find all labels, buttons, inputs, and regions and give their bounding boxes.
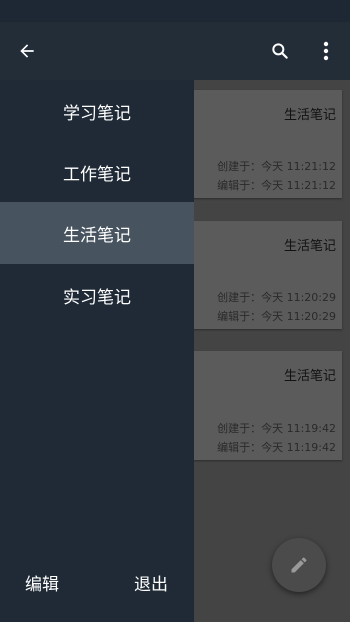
more-options-button[interactable] xyxy=(310,22,342,80)
note-category: 生活笔记 xyxy=(283,108,336,123)
drawer-item-internship[interactable]: 实习笔记 xyxy=(0,264,194,326)
back-button[interactable] xyxy=(8,22,46,80)
search-button[interactable] xyxy=(262,22,298,80)
note-edited: 编辑于：今天 11:20:29 xyxy=(217,310,336,323)
toolbar xyxy=(0,22,350,80)
note-category: 生活笔记 xyxy=(283,239,336,254)
note-category: 生活笔记 xyxy=(283,369,336,384)
note-created: 创建于：今天 11:20:29 xyxy=(217,291,336,304)
pencil-icon xyxy=(291,557,307,573)
note-created: 创建于：今天 11:21:12 xyxy=(217,160,336,173)
more-vert-icon xyxy=(323,41,329,61)
note-edited: 编辑于：今天 11:19:42 xyxy=(217,441,336,454)
status-bar xyxy=(0,0,350,22)
exit-button[interactable]: 退出 xyxy=(134,570,168,595)
search-icon xyxy=(272,43,288,59)
navigation-drawer: 学习笔记 工作笔记 生活笔记 实习笔记 xyxy=(0,80,194,622)
note-created: 创建于：今天 11:19:42 xyxy=(217,422,336,435)
arrow-left-icon xyxy=(20,44,34,58)
drawer-item-life[interactable]: 生活笔记 xyxy=(0,202,194,264)
drawer-item-work[interactable]: 工作笔记 xyxy=(0,141,194,203)
edit-button[interactable]: 编辑 xyxy=(25,570,59,595)
note-edited: 编辑于：今天 11:21:12 xyxy=(217,179,336,192)
drawer-item-study[interactable]: 学习笔记 xyxy=(0,80,194,142)
new-note-fab[interactable] xyxy=(272,538,326,592)
